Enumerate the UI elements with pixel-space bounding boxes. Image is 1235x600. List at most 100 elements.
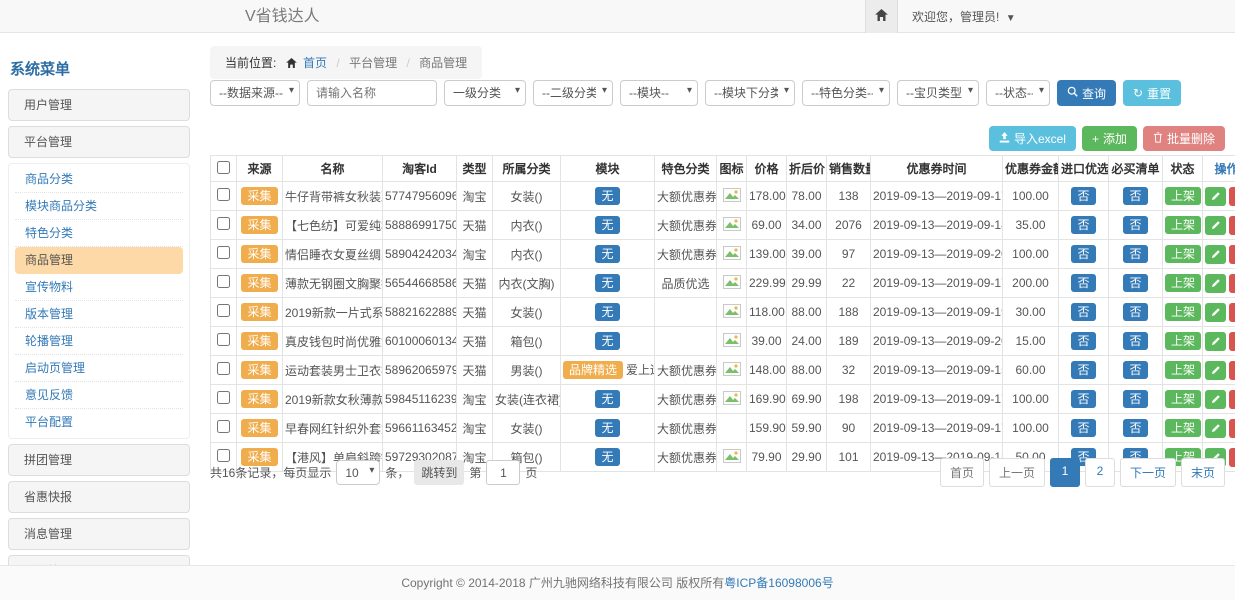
search-icon — [1067, 86, 1078, 100]
status-select[interactable]: --状态-- — [986, 80, 1050, 106]
icp-link[interactable]: 粤ICP备16098006号 — [724, 576, 833, 590]
sidebar-group[interactable]: 消息管理 — [8, 518, 190, 550]
delete-button[interactable] — [1229, 245, 1235, 264]
page-button[interactable]: 末页 — [1181, 458, 1225, 487]
price: 229.99 — [747, 269, 787, 298]
breadcrumb-level2: 商品管理 — [419, 56, 467, 70]
column-header: 价格 — [747, 156, 787, 182]
product-image-icon — [723, 249, 741, 263]
sidebar-item[interactable]: 版本管理 — [15, 301, 183, 328]
taoke-id: 596611634525 — [383, 414, 457, 443]
page-button[interactable]: 上一页 — [989, 458, 1045, 487]
status-badge: 上架 — [1165, 245, 1201, 263]
sidebar-item[interactable]: 特色分类 — [15, 220, 183, 247]
page-size-select[interactable]: 10 — [336, 460, 380, 485]
row-checkbox[interactable] — [217, 275, 230, 288]
breadcrumb-home-link[interactable]: 首页 — [303, 56, 327, 70]
submenu: 商品分类模块商品分类特色分类商品管理宣传物料版本管理轮播管理启动页管理意见反馈平… — [8, 163, 190, 439]
edit-button[interactable] — [1205, 419, 1226, 438]
product-type: 天猫 — [457, 269, 493, 298]
product-type: 天猫 — [457, 356, 493, 385]
source-select-wrap: --数据来源-- — [210, 80, 300, 106]
import-excel-button[interactable]: 导入excel — [989, 126, 1076, 151]
edit-button[interactable] — [1205, 332, 1226, 351]
edit-button[interactable] — [1205, 216, 1226, 235]
user-menu[interactable]: 欢迎您，管理员! ▼ — [912, 8, 1016, 25]
module-select[interactable]: --模块-- — [620, 80, 698, 106]
sidebar-group-label: 用户管理 — [24, 98, 72, 112]
product-type: 天猫 — [457, 298, 493, 327]
price: 118.00 — [747, 298, 787, 327]
sidebar-group[interactable]: 用户管理 — [8, 89, 190, 121]
page-button[interactable]: 2 — [1085, 458, 1115, 487]
delete-button[interactable] — [1229, 216, 1235, 235]
table-row: 采集 【七色纺】可爱纯棉家... 588869917501 天猫 内衣() 无 … — [211, 211, 1235, 240]
edit-button[interactable] — [1205, 361, 1226, 380]
coupon-amount: 15.00 — [1003, 327, 1059, 356]
page-button[interactable]: 1 — [1050, 458, 1080, 487]
delete-button[interactable] — [1229, 274, 1235, 293]
sidebar-group[interactable]: 省惠快报 — [8, 481, 190, 513]
page-button[interactable]: 首页 — [940, 458, 984, 487]
delete-button[interactable] — [1229, 332, 1235, 351]
add-button[interactable]: + 添加 — [1082, 126, 1137, 151]
category2-select[interactable]: --二级分类-- — [533, 80, 613, 106]
row-checkbox[interactable] — [217, 420, 230, 433]
select-all-checkbox[interactable] — [217, 161, 230, 174]
sidebar-item[interactable]: 轮播管理 — [15, 328, 183, 355]
row-checkbox[interactable] — [217, 333, 230, 346]
discount-price: 39.00 — [787, 240, 827, 269]
sales-count: 188 — [827, 298, 871, 327]
sales-count: 97 — [827, 240, 871, 269]
item-type-select[interactable]: --宝贝类型-- — [897, 80, 979, 106]
sidebar-item[interactable]: 商品分类 — [15, 166, 183, 193]
feature-category — [655, 298, 717, 327]
discount-price: 88.00 — [787, 356, 827, 385]
row-checkbox[interactable] — [217, 188, 230, 201]
edit-button[interactable] — [1205, 187, 1226, 206]
delete-button[interactable] — [1229, 303, 1235, 322]
sidebar-item[interactable]: 模块商品分类 — [15, 193, 183, 220]
sidebar-item[interactable]: 宣传物料 — [15, 274, 183, 301]
data-source-select[interactable]: --数据来源-- — [210, 80, 300, 106]
jump-page-input[interactable] — [486, 460, 520, 485]
sidebar-item[interactable]: 平台配置 — [15, 409, 183, 436]
edit-button[interactable] — [1205, 245, 1226, 264]
feature-category-select[interactable]: --特色分类-- — [802, 80, 890, 106]
status-badge: 上架 — [1165, 274, 1201, 292]
feature-category: 大额优惠券 — [655, 356, 717, 385]
imported-badge: 否 — [1071, 361, 1095, 379]
sidebar-menu: 用户管理 平台管理 商品分类模块商品分类特色分类商品管理宣传物料版本管理轮播管理… — [8, 89, 190, 600]
coupon-amount: 100.00 — [1003, 385, 1059, 414]
home-button[interactable] — [865, 0, 898, 33]
name-search-input[interactable] — [307, 80, 437, 106]
row-checkbox[interactable] — [217, 391, 230, 404]
row-checkbox[interactable] — [217, 246, 230, 259]
sidebar-group[interactable]: 拼团管理 — [8, 444, 190, 476]
search-button[interactable]: 查询 — [1057, 80, 1116, 106]
product-image-icon — [723, 307, 741, 321]
sidebar-item[interactable]: 商品管理 — [15, 247, 183, 274]
page-button[interactable]: 下一页 — [1120, 458, 1176, 487]
delete-button[interactable] — [1229, 448, 1235, 467]
reset-button[interactable]: ↻ 重置 — [1123, 80, 1181, 106]
sidebar-item[interactable]: 启动页管理 — [15, 355, 183, 382]
row-checkbox[interactable] — [217, 304, 230, 317]
delete-button[interactable] — [1229, 361, 1235, 380]
category1-select[interactable]: 一级分类 — [444, 80, 526, 106]
edit-button[interactable] — [1205, 303, 1226, 322]
module-sub-select-wrap: --模块下分类-- — [705, 80, 795, 106]
sidebar-item[interactable]: 意见反馈 — [15, 382, 183, 409]
jump-button[interactable]: 跳转到 — [414, 460, 464, 485]
refresh-icon: ↻ — [1133, 86, 1143, 100]
edit-button[interactable] — [1205, 274, 1226, 293]
delete-button[interactable] — [1229, 390, 1235, 409]
row-checkbox[interactable] — [217, 217, 230, 230]
sidebar-group[interactable]: 平台管理 — [8, 126, 190, 158]
row-checkbox[interactable] — [217, 362, 230, 375]
delete-button[interactable] — [1229, 187, 1235, 206]
batch-delete-button[interactable]: 批量删除 — [1143, 126, 1225, 151]
delete-button[interactable] — [1229, 419, 1235, 438]
module-sub-select[interactable]: --模块下分类-- — [705, 80, 795, 106]
edit-button[interactable] — [1205, 390, 1226, 409]
